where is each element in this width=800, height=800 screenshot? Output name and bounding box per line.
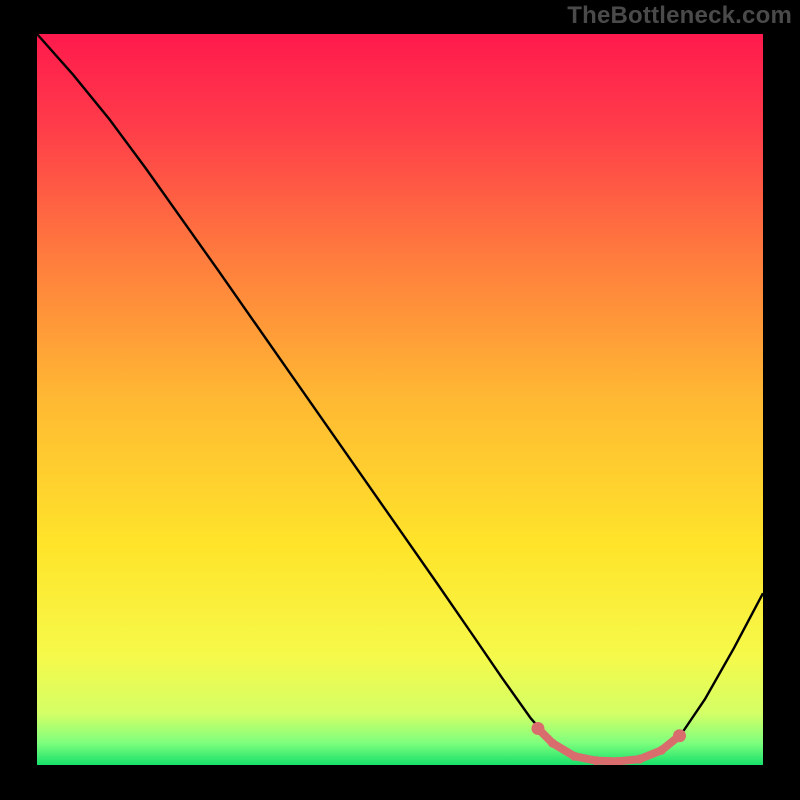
- chart-frame: TheBottleneck.com: [0, 0, 800, 800]
- highlight-dot: [531, 722, 544, 735]
- plot-area: [37, 34, 763, 765]
- highlight-dot: [657, 746, 666, 755]
- watermark-text: TheBottleneck.com: [567, 2, 792, 30]
- highlight-dot: [548, 739, 557, 748]
- highlight-dot: [673, 729, 686, 742]
- highlight-dot: [570, 752, 579, 761]
- highlight-dot: [592, 756, 601, 765]
- gradient-background: [37, 34, 763, 765]
- highlight-dot: [635, 755, 644, 764]
- plot-svg: [37, 34, 763, 765]
